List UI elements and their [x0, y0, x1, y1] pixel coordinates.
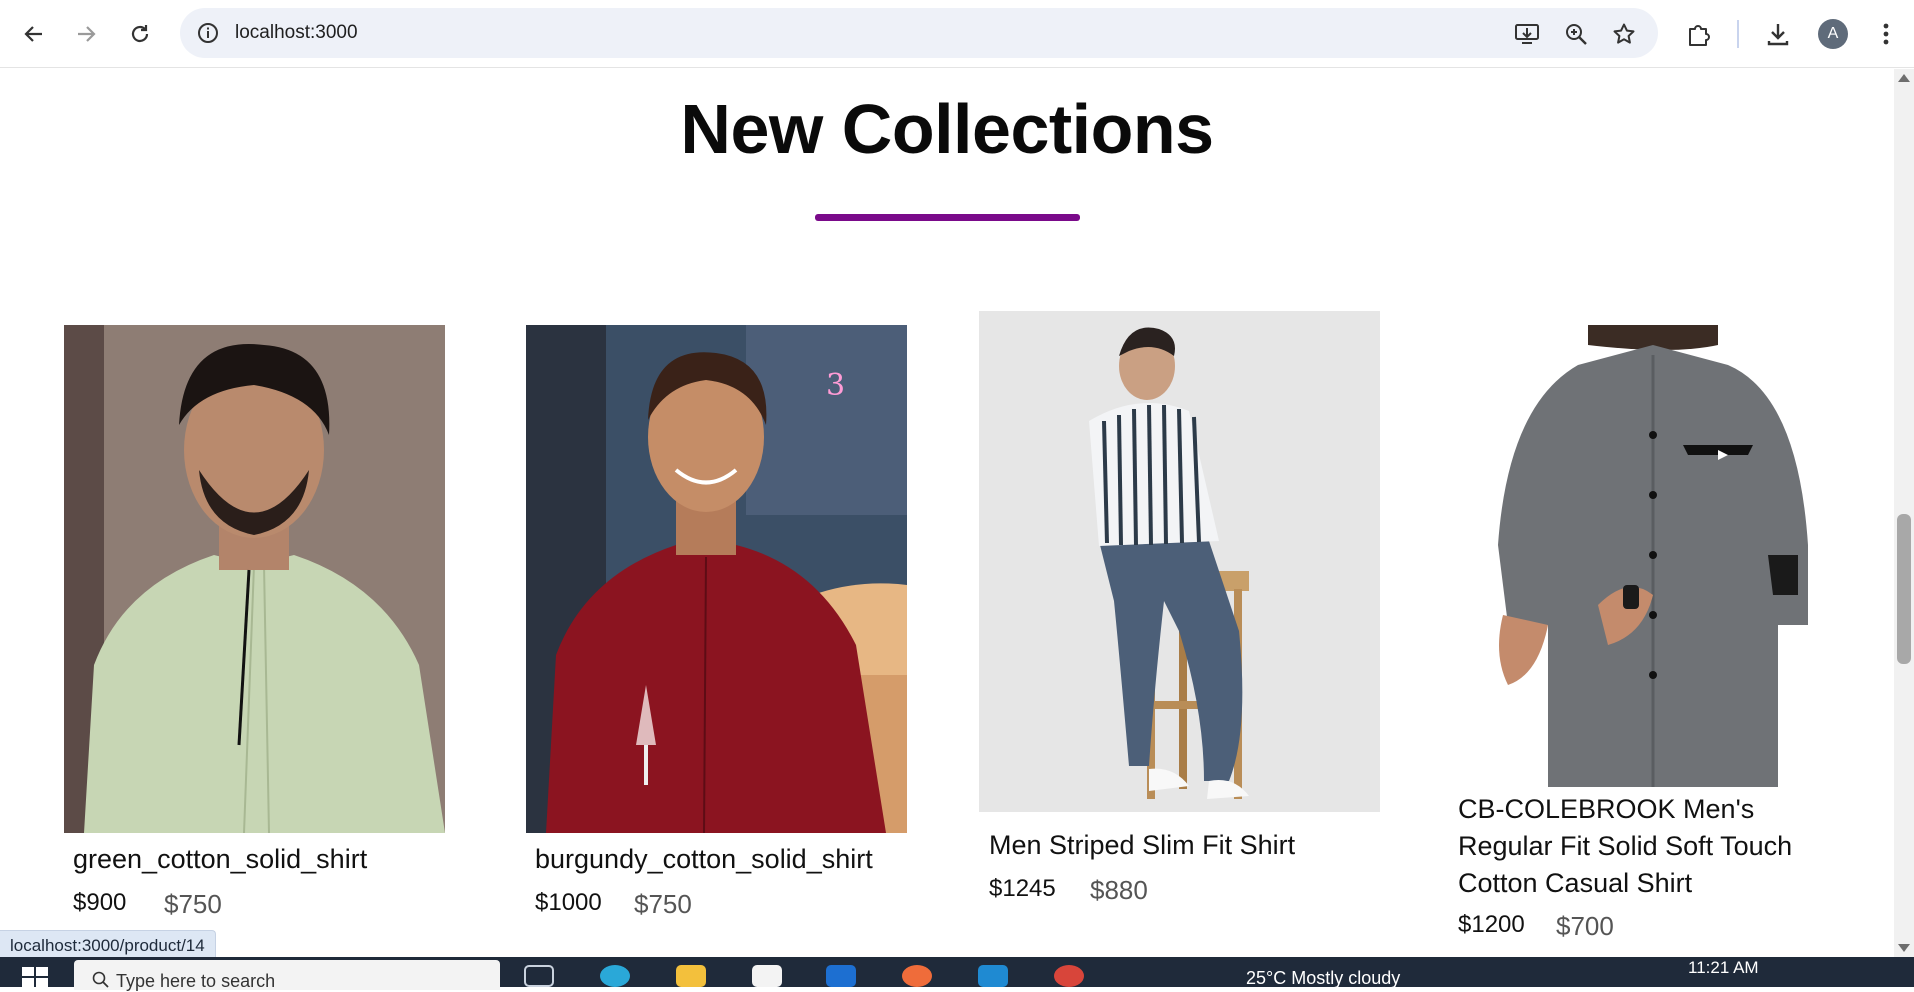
product-title[interactable]: Men Striped Slim Fit Shirt — [989, 827, 1389, 864]
zoom-icon — [1566, 24, 1587, 45]
product-image[interactable]: 3 — [526, 325, 907, 833]
star-icon — [1613, 23, 1635, 44]
system-clock[interactable]: 11:21 AM — [1688, 958, 1759, 978]
mail-icon[interactable] — [826, 965, 856, 987]
vscode-icon[interactable] — [978, 965, 1008, 987]
product-old-price: $750 — [634, 889, 692, 919]
product-old-price: $880 — [1090, 875, 1148, 905]
bookmark-button[interactable] — [1611, 21, 1637, 47]
file-explorer-icon[interactable] — [676, 965, 706, 987]
product-new-price: $1200 — [1458, 911, 1525, 938]
extensions-button[interactable] — [1683, 18, 1715, 50]
product-photo-striped-shirt — [979, 311, 1380, 812]
windows-start-icon[interactable] — [22, 967, 48, 987]
chrome-icon[interactable] — [1054, 965, 1084, 987]
puzzle-icon — [1689, 25, 1710, 46]
product-card[interactable]: CB-COLEBROOK Men's Regular Fit Solid Sof… — [1458, 325, 1838, 957]
product-image[interactable] — [979, 311, 1380, 812]
product-image[interactable] — [64, 325, 445, 833]
ms-store-icon[interactable] — [752, 965, 782, 987]
heading-underline — [815, 214, 1080, 221]
product-new-price: $900 — [73, 889, 127, 916]
link-status-bubble: localhost:3000/product/14 — [0, 930, 216, 960]
url-text[interactable]: localhost:3000 — [235, 22, 358, 44]
page-content: New Collections green_cotton_solid_shirt… — [0, 69, 1894, 957]
taskbar-search-placeholder: Type here to search — [116, 971, 276, 991]
download-icon — [1767, 24, 1789, 46]
arrow-left-icon — [24, 26, 42, 42]
product-title[interactable]: green_cotton_solid_shirt — [73, 841, 453, 878]
section-heading: New Collections — [680, 90, 1214, 168]
profile-avatar[interactable]: A — [1818, 19, 1848, 49]
forward-button[interactable] — [66, 14, 106, 54]
reload-button[interactable] — [120, 14, 160, 54]
zoom-button[interactable] — [1563, 21, 1589, 47]
install-icon — [1515, 24, 1539, 44]
menu-button[interactable] — [1870, 18, 1902, 50]
product-new-price: $1000 — [535, 889, 602, 916]
product-title[interactable]: CB-COLEBROOK Men's Regular Fit Solid Sof… — [1458, 791, 1818, 902]
os-taskbar: Type here to search 25°C Mostly cloudy 1… — [0, 957, 1914, 991]
taskbar-search-box[interactable]: Type here to search — [74, 960, 500, 991]
scroll-thumb[interactable] — [1897, 514, 1911, 664]
product-old-price: $700 — [1556, 911, 1614, 941]
browser-toolbar: localhost:3000 A — [0, 0, 1914, 68]
product-title[interactable]: burgundy_cotton_solid_shirt — [535, 841, 925, 878]
product-card[interactable]: green_cotton_solid_shirt $900 $750 — [64, 325, 445, 957]
product-old-price: $750 — [164, 889, 222, 919]
product-photo-grey-shirt — [1478, 325, 1830, 787]
address-bar[interactable]: localhost:3000 — [180, 8, 1658, 58]
product-photo-green-shirt — [64, 325, 445, 833]
arrow-right-icon — [78, 26, 96, 42]
product-new-price: $1245 — [989, 875, 1056, 902]
install-app-button[interactable] — [1514, 21, 1540, 47]
scroll-up-arrow-icon[interactable] — [1898, 74, 1910, 82]
scroll-down-arrow-icon[interactable] — [1898, 944, 1910, 952]
product-image[interactable] — [1478, 325, 1830, 787]
reload-icon — [131, 25, 149, 43]
downloads-button[interactable] — [1762, 18, 1794, 50]
product-photo-burgundy-shirt: 3 — [526, 325, 907, 833]
page-scrollbar[interactable] — [1894, 69, 1914, 957]
svg-text:3: 3 — [826, 368, 845, 403]
product-card[interactable]: Men Striped Slim Fit Shirt $1245 $880 — [979, 311, 1380, 951]
toolbar-divider — [1737, 20, 1739, 48]
search-icon — [92, 971, 109, 988]
kebab-menu-icon — [1883, 23, 1889, 45]
task-view-icon[interactable] — [524, 965, 554, 987]
info-icon[interactable] — [196, 21, 220, 45]
edge-browser-icon[interactable] — [600, 965, 630, 987]
product-card[interactable]: 3 burgundy_cotton_solid_shirt $1000 $750 — [526, 325, 916, 957]
postman-icon[interactable] — [902, 965, 932, 987]
weather-widget[interactable]: 25°C Mostly cloudy — [1246, 968, 1400, 989]
back-button[interactable] — [14, 14, 54, 54]
